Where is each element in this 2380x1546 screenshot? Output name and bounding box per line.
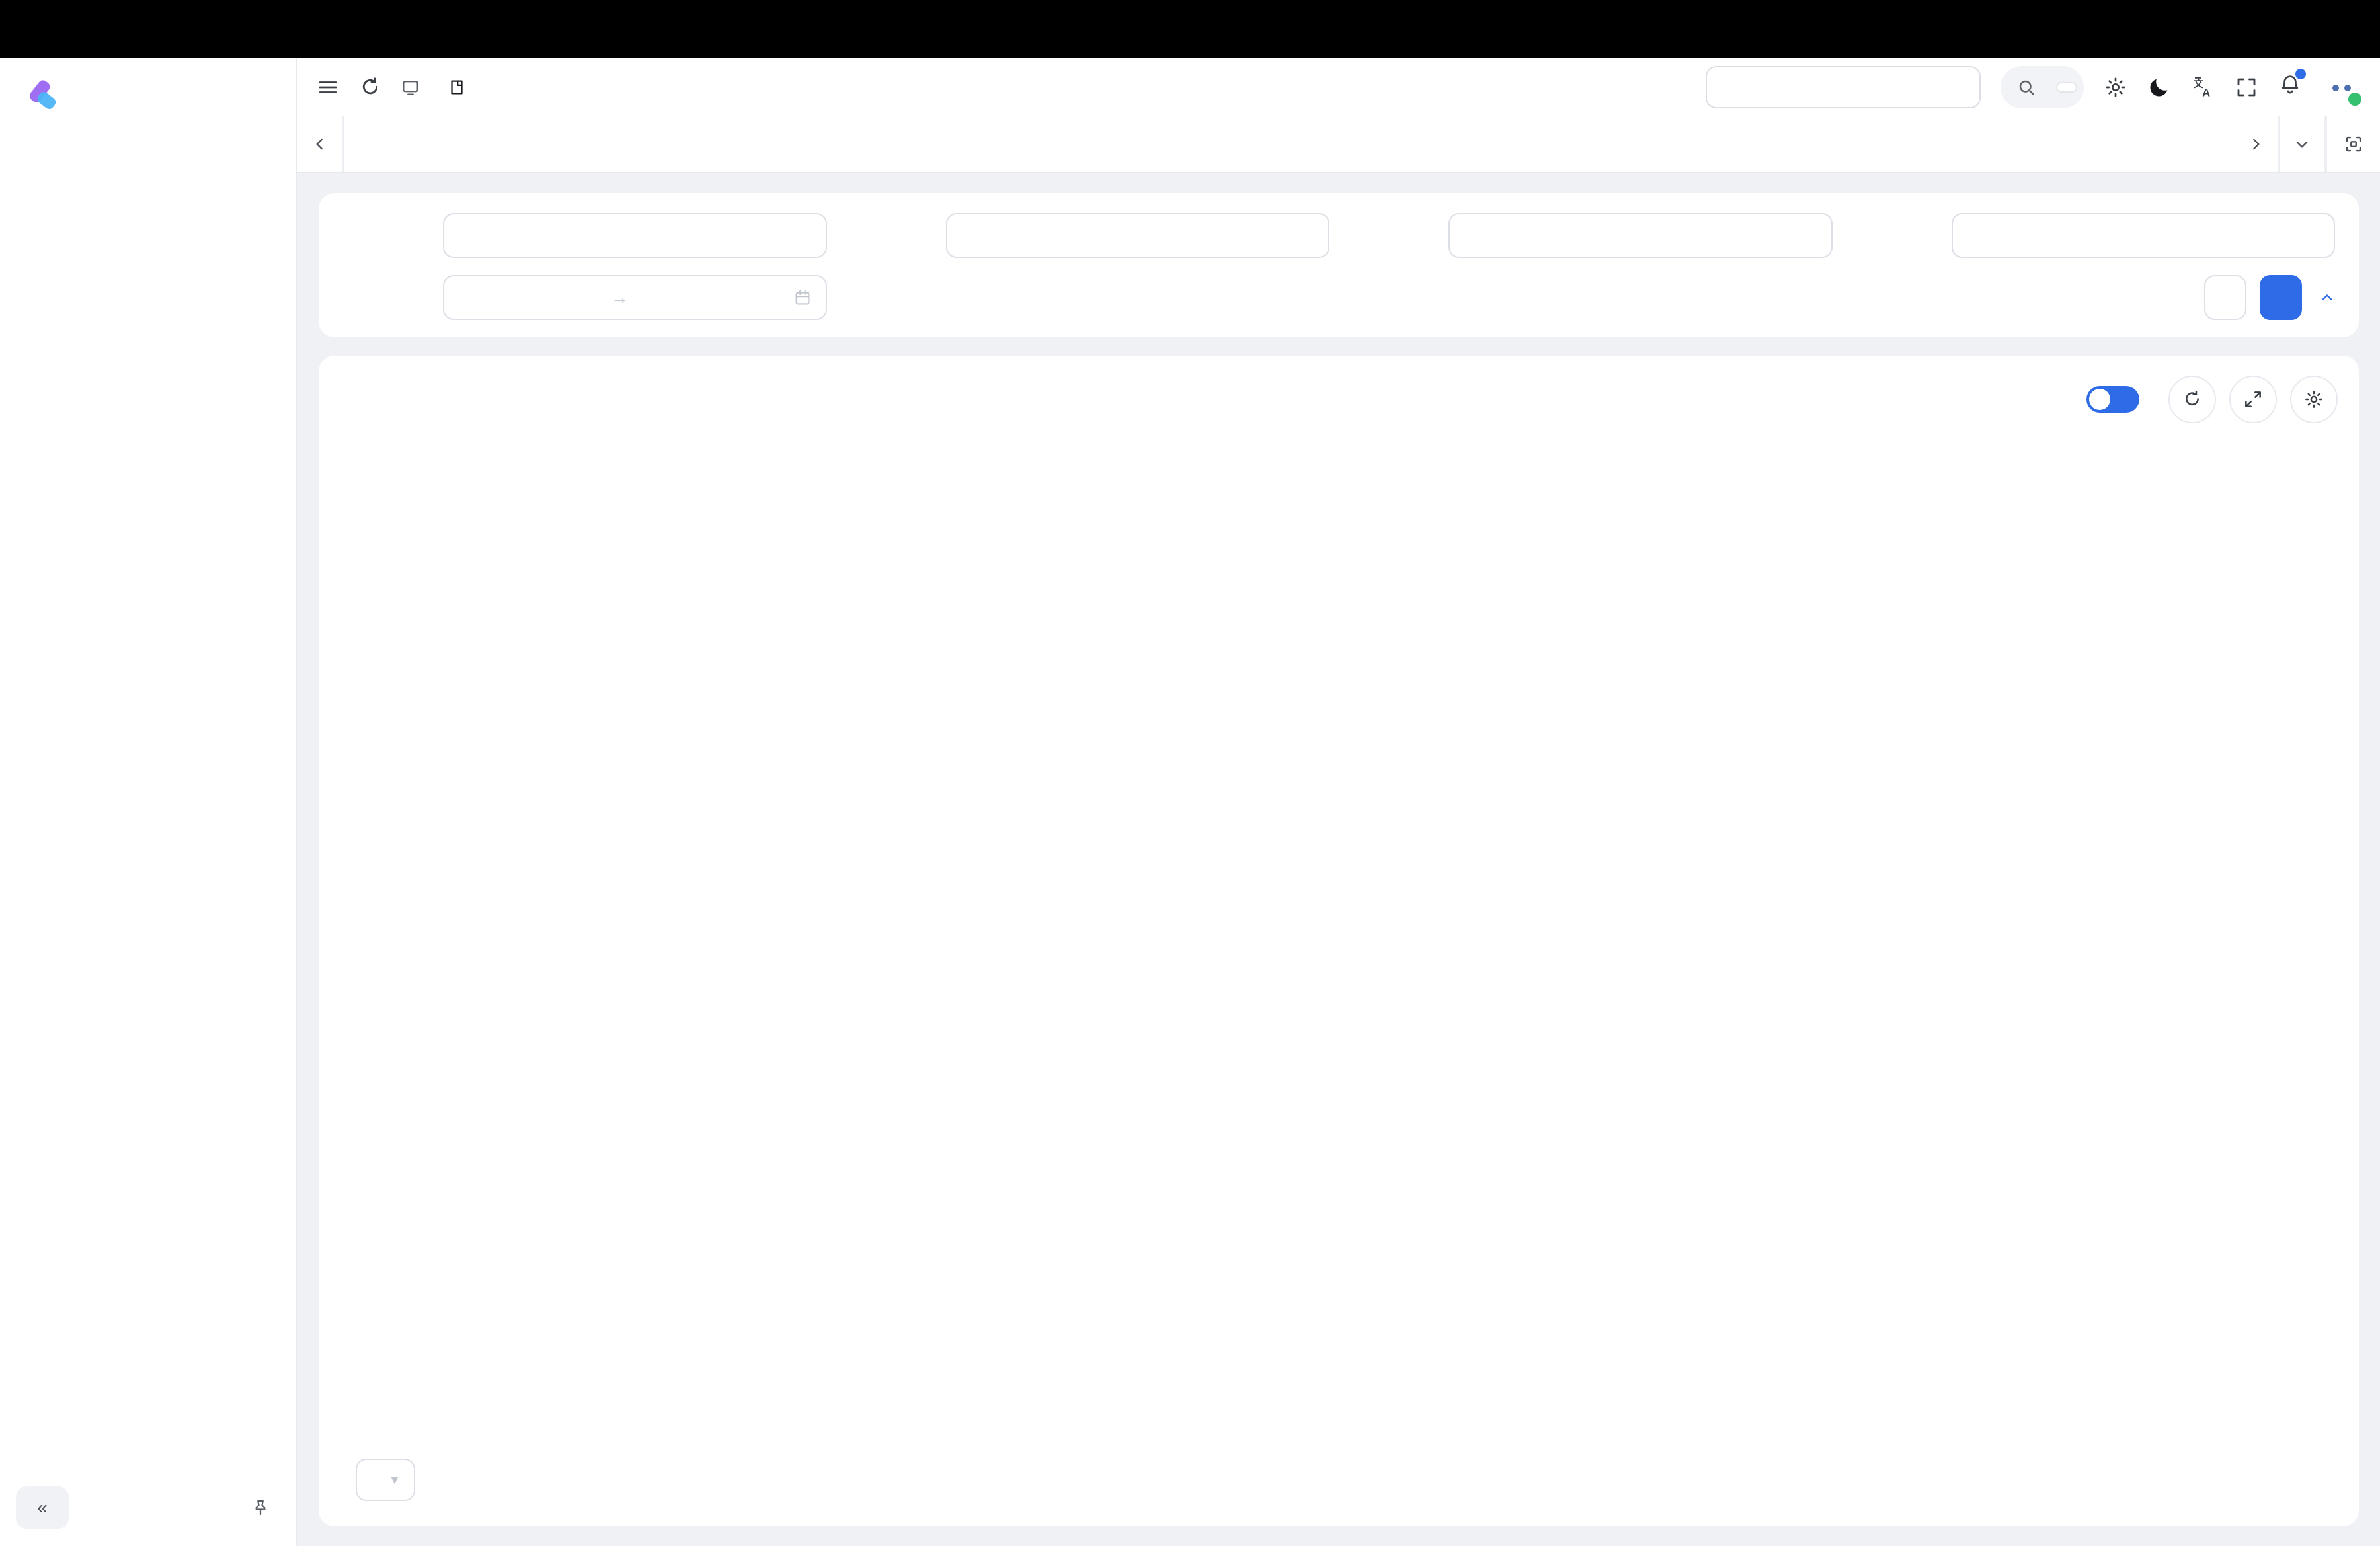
filter-created-date: →	[342, 275, 827, 320]
sidebar-footer: «	[0, 1477, 296, 1546]
tabs-dropdown-button[interactable]	[2280, 116, 2326, 172]
chevron-up-icon	[2319, 290, 2335, 305]
page-size-select[interactable]: ▼	[356, 1459, 415, 1501]
file-list-panel: ▼	[319, 356, 2359, 1526]
table-fullscreen-button[interactable]	[2229, 376, 2277, 423]
config-toggle[interactable]	[2086, 386, 2139, 413]
svg-text:A: A	[2202, 87, 2210, 99]
filter-actions	[1851, 275, 2336, 320]
content-area: →	[298, 173, 2380, 1546]
pagination: ▼	[340, 1449, 2338, 1510]
filter-ext	[1348, 213, 1833, 258]
origname-input[interactable]	[946, 213, 1330, 258]
tabs-scroll-right-button[interactable]	[2233, 116, 2280, 172]
search-shortcut-badge	[2057, 83, 2076, 91]
screen: «	[0, 0, 2380, 1546]
fullscreen-icon[interactable]	[2235, 75, 2258, 99]
top-black-bar	[0, 0, 2380, 58]
content-fullscreen-button[interactable]	[2326, 116, 2380, 172]
translate-icon[interactable]: 文A	[2191, 75, 2215, 99]
breadcrumb-item-system[interactable]	[401, 77, 428, 97]
filter-provider	[1851, 213, 2336, 258]
sidebar-menu	[0, 132, 296, 1477]
search-icon	[2016, 77, 2036, 97]
reset-button[interactable]	[2204, 275, 2246, 320]
filter-panel: →	[319, 193, 2359, 337]
table-settings-button[interactable]	[2290, 376, 2338, 423]
topbar: 文A	[298, 58, 2380, 116]
user-avatar[interactable]	[2322, 67, 2361, 107]
notification-dot	[2295, 69, 2306, 79]
ext-input[interactable]	[1448, 213, 1833, 258]
settings-gear-icon[interactable]	[2104, 75, 2127, 99]
collapse-filters-link[interactable]	[2315, 290, 2335, 305]
file-icon	[447, 77, 467, 97]
logo	[0, 58, 296, 132]
global-search[interactable]	[2001, 66, 2084, 108]
table-toolbar	[340, 369, 2338, 430]
search-button[interactable]	[2260, 275, 2302, 320]
caret-down-icon: ▼	[389, 1473, 401, 1487]
tabs	[344, 116, 2233, 172]
monitor-icon	[401, 77, 420, 97]
hamburger-icon[interactable]	[316, 75, 340, 99]
app-logo-icon	[24, 77, 61, 114]
tenant-select[interactable]	[1706, 66, 1981, 108]
date-range-arrow: →	[611, 288, 628, 308]
provider-input[interactable]	[1952, 213, 2336, 258]
dark-mode-moon-icon[interactable]	[2147, 75, 2171, 99]
filename-input[interactable]	[443, 213, 827, 258]
tabs-scroll-left-button[interactable]	[298, 116, 344, 172]
filter-origname	[846, 213, 1330, 258]
breadcrumb	[401, 77, 475, 97]
calendar-icon	[793, 288, 813, 307]
date-range-input[interactable]: →	[443, 275, 827, 320]
sidebar: «	[0, 58, 298, 1546]
refresh-icon[interactable]	[358, 75, 382, 99]
tab-bar	[298, 116, 2380, 173]
sidebar-pin-button[interactable]	[241, 1488, 280, 1527]
breadcrumb-item-file[interactable]	[447, 77, 475, 97]
notifications[interactable]	[2278, 73, 2302, 102]
filter-filename	[342, 213, 827, 258]
sidebar-collapse-button[interactable]: «	[16, 1486, 69, 1529]
table-refresh-button[interactable]	[2168, 376, 2216, 423]
online-status-dot	[2346, 90, 2364, 108]
